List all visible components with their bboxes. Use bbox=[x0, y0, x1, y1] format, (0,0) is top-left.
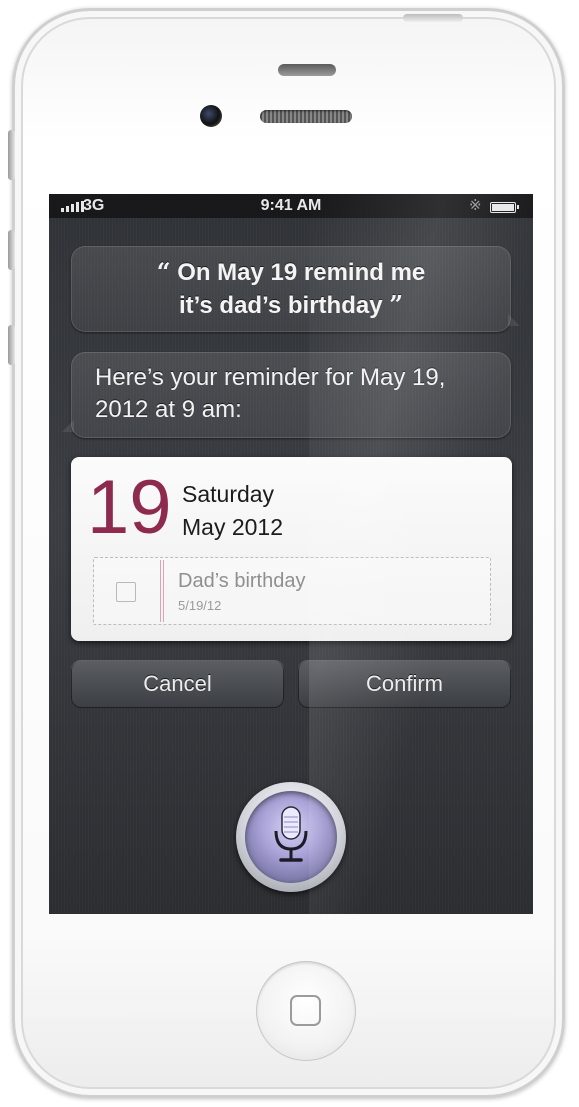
volume-down-button[interactable] bbox=[8, 325, 15, 365]
microphone-icon bbox=[274, 806, 308, 862]
reminder-card[interactable]: 19 Saturday May 2012 Dad’s birthday 5/19… bbox=[71, 457, 512, 641]
siri-mic-button[interactable] bbox=[236, 782, 346, 892]
reminder-weekday: Saturday bbox=[182, 481, 275, 507]
open-quote-icon: “ bbox=[156, 257, 171, 286]
bluetooth-icon: ※ bbox=[469, 197, 482, 214]
siri-response-bubble: Here’s your reminder for May 19, 2012 at… bbox=[62, 352, 511, 438]
reminder-item[interactable]: Dad’s birthday 5/19/12 bbox=[93, 557, 491, 625]
cancel-button[interactable]: Cancel bbox=[71, 660, 284, 708]
bubble-tail bbox=[508, 314, 520, 326]
battery-icon bbox=[490, 202, 519, 213]
mute-switch[interactable] bbox=[8, 130, 15, 180]
home-square-icon bbox=[290, 995, 321, 1026]
mic-glow bbox=[245, 791, 337, 883]
home-button[interactable] bbox=[256, 961, 356, 1061]
bubble-tail bbox=[62, 420, 74, 432]
user-query-line2: it’s dad’s birthday bbox=[178, 292, 383, 319]
user-query-bubble: “ On May 19 remind me it’s dad’s birthda… bbox=[71, 246, 520, 332]
siri-response-text: Here’s your reminder for May 19, 2012 at… bbox=[95, 364, 446, 423]
close-quote-icon: ” bbox=[389, 290, 404, 319]
power-button[interactable] bbox=[403, 14, 463, 22]
front-camera bbox=[200, 105, 222, 127]
reminder-day-number: 19 bbox=[87, 465, 172, 550]
reminder-checkbox[interactable] bbox=[116, 582, 136, 602]
confirm-button[interactable]: Confirm bbox=[298, 660, 511, 708]
earpiece-grille bbox=[278, 64, 336, 76]
margin-line bbox=[160, 560, 164, 622]
status-time: 9:41 AM bbox=[260, 197, 322, 214]
reminder-month-year: May 2012 bbox=[182, 514, 284, 540]
speaker-grille bbox=[260, 110, 352, 123]
volume-up-button[interactable] bbox=[8, 230, 15, 270]
reminder-title: Dad’s birthday bbox=[178, 570, 306, 592]
screen: 3G 9:41 AM ※ “ On May 19 remind me it’s … bbox=[49, 194, 533, 914]
status-bar: 3G 9:41 AM ※ bbox=[49, 194, 533, 218]
user-query-line1: On May 19 remind me bbox=[177, 259, 426, 286]
reminder-date: 5/19/12 bbox=[178, 598, 222, 613]
